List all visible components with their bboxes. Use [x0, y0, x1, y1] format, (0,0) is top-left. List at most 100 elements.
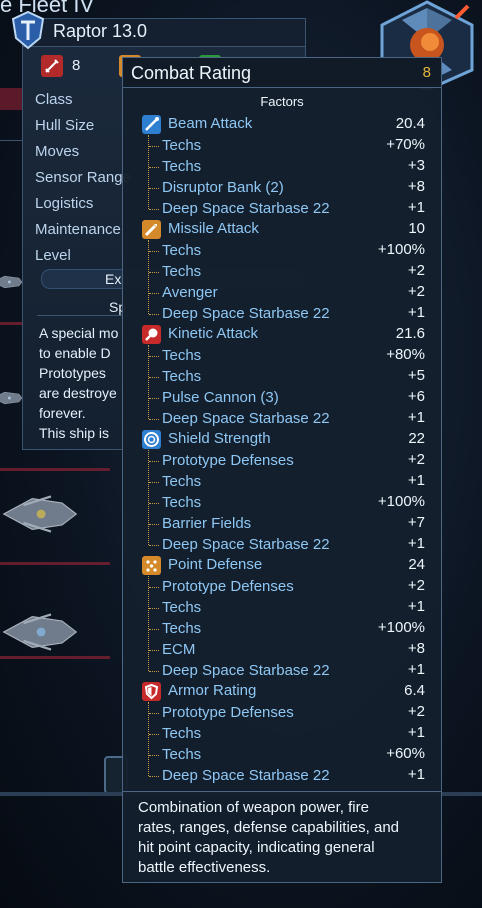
tree-connector — [149, 188, 159, 189]
factor-item-label: Deep Space Starbase 22 — [162, 536, 330, 553]
point-defense-icon — [142, 556, 161, 575]
factor-category-label: Kinetic Attack — [168, 325, 259, 342]
property-label: Level — [35, 247, 71, 264]
factor-item-label: Prototype Defenses — [162, 578, 294, 595]
tooltip-description-line: battle effectiveness. — [138, 859, 271, 876]
factor-item-value: +1 — [407, 409, 425, 426]
ship-sprite-icon[interactable] — [0, 378, 24, 418]
tree-connector — [149, 293, 159, 294]
background-divider — [0, 468, 110, 471]
tree-connector — [149, 608, 159, 609]
combat-rating-value: 8 — [422, 64, 431, 81]
tree-connector — [149, 209, 159, 210]
tooltip-header: Combat Rating 8 — [123, 58, 441, 88]
background-divider — [0, 656, 110, 659]
factor-item-row: Pulse Cannon (3) +6 — [123, 387, 441, 408]
tree-connector — [149, 776, 159, 777]
ship-description-line: are destroye — [39, 385, 117, 401]
ship-sprite-icon[interactable] — [0, 610, 80, 654]
tree-connector — [149, 377, 159, 378]
factor-item-label: Deep Space Starbase 22 — [162, 410, 330, 427]
tooltip-description-line: rates, ranges, defense capabilities, and — [138, 819, 399, 836]
beam-icon — [142, 115, 161, 134]
factor-category-label: Armor Rating — [168, 682, 257, 699]
ship-sprite-icon[interactable] — [0, 492, 80, 536]
factor-category-label: Point Defense — [168, 556, 263, 573]
factor-item-value: +100% — [377, 241, 425, 258]
factor-category-value: 21.6 — [395, 325, 425, 342]
factor-item-row: ECM +8 — [123, 639, 441, 660]
ship-panel-header: Raptor 13.0 — [11, 10, 305, 50]
factor-item-value: +70% — [386, 136, 425, 153]
tooltip-description-line: Combination of weapon power, fire — [138, 799, 369, 816]
factor-item-row: Techs +1 — [123, 471, 441, 492]
factor-item-row: Techs +80% — [123, 345, 441, 366]
factor-category-value: 20.4 — [395, 115, 425, 132]
factor-item-label: Techs — [162, 473, 202, 490]
factor-item-label: ECM — [162, 641, 196, 658]
property-label: Sensor Range — [35, 169, 131, 186]
ship-sprite-icon[interactable] — [0, 262, 24, 302]
factor-item-value: +8 — [407, 640, 425, 657]
tree-connector — [149, 629, 159, 630]
tree-connector — [149, 314, 159, 315]
factor-item-value: +60% — [386, 745, 425, 762]
factor-category-row: Kinetic Attack 21.6 — [123, 324, 441, 345]
factor-category-row: Armor Rating 6.4 — [123, 681, 441, 702]
factor-item-value: +5 — [407, 367, 425, 384]
factor-item-label: Techs — [162, 494, 202, 511]
shield-strength-icon — [142, 430, 161, 449]
factor-item-value: +1 — [407, 724, 425, 741]
factor-item-value: +100% — [377, 493, 425, 510]
tree-connector — [149, 755, 159, 756]
tree-connector — [149, 251, 159, 252]
factor-item-value: +1 — [407, 199, 425, 216]
tree-connector — [149, 461, 159, 462]
factor-item-row: Deep Space Starbase 22 +1 — [123, 303, 441, 324]
factor-item-row: Deep Space Starbase 22 +1 — [123, 198, 441, 219]
factor-item-label: Techs — [162, 347, 202, 364]
factor-item-row: Techs +3 — [123, 156, 441, 177]
factor-item-label: Techs — [162, 137, 202, 154]
factor-item-row: Disruptor Bank (2) +8 — [123, 177, 441, 198]
ship-description-line: This ship is — [39, 425, 110, 441]
factor-category-row: Point Defense 24 — [123, 555, 441, 576]
factor-item-value: +3 — [407, 157, 425, 174]
factor-item-label: Pulse Cannon (3) — [162, 389, 279, 406]
factor-item-row: Techs +60% — [123, 744, 441, 765]
ship-description-line: to enable D — [39, 345, 111, 361]
tree-connector — [149, 587, 159, 588]
tree-connector — [149, 713, 159, 714]
tree-connector — [149, 734, 159, 735]
factor-item-value: +1 — [407, 766, 425, 783]
factor-item-label: Techs — [162, 263, 202, 280]
factor-item-value: +7 — [407, 514, 425, 531]
factor-item-label: Deep Space Starbase 22 — [162, 305, 330, 322]
selected-strip — [0, 88, 22, 110]
factor-category-label: Beam Attack — [168, 115, 253, 132]
factor-item-row: Techs +1 — [123, 597, 441, 618]
factor-item-label: Prototype Defenses — [162, 452, 294, 469]
stat-value: 8 — [72, 57, 81, 74]
factor-category-label: Shield Strength — [168, 430, 271, 447]
factor-item-row: Prototype Defenses +2 — [123, 576, 441, 597]
factor-item-label: Techs — [162, 158, 202, 175]
factor-item-row: Techs +100% — [123, 618, 441, 639]
tree-connector — [149, 482, 159, 483]
factor-item-row: Barrier Fields +7 — [123, 513, 441, 534]
tree-connector — [149, 545, 159, 546]
factor-item-row: Techs +100% — [123, 492, 441, 513]
factor-item-value: +100% — [377, 619, 425, 636]
property-label: Logistics — [35, 195, 94, 212]
factor-item-value: +1 — [407, 598, 425, 615]
factor-item-row: Deep Space Starbase 22 +1 — [123, 660, 441, 681]
kinetic-icon — [142, 325, 161, 344]
factor-item-value: +2 — [407, 283, 425, 300]
ship-description-line: A special mo — [39, 325, 119, 341]
factor-item-label: Deep Space Starbase 22 — [162, 767, 330, 784]
background-divider — [0, 322, 22, 325]
ship-description-line: forever. — [39, 405, 86, 421]
factor-item-label: Techs — [162, 620, 202, 637]
factor-category-value: 10 — [408, 220, 425, 237]
factor-category-value: 24 — [408, 556, 425, 573]
